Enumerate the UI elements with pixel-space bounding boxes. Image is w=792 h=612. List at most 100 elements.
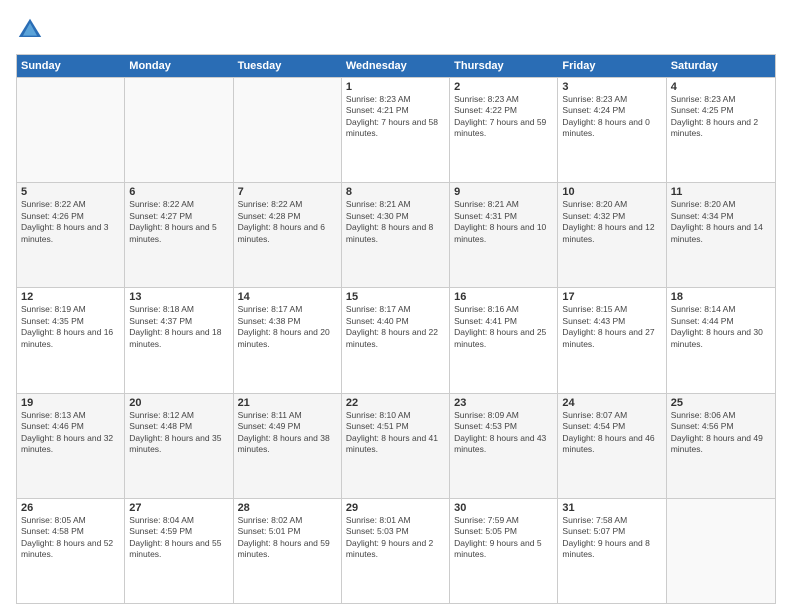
- calendar-row: 12Sunrise: 8:19 AMSunset: 4:35 PMDayligh…: [17, 287, 775, 392]
- header: [16, 16, 776, 44]
- calendar-cell: 22Sunrise: 8:10 AMSunset: 4:51 PMDayligh…: [342, 394, 450, 498]
- calendar-cell: 10Sunrise: 8:20 AMSunset: 4:32 PMDayligh…: [558, 183, 666, 287]
- cell-info: Sunrise: 8:22 AMSunset: 4:26 PMDaylight:…: [21, 199, 120, 245]
- day-number: 26: [21, 502, 120, 514]
- calendar-row: 1Sunrise: 8:23 AMSunset: 4:21 PMDaylight…: [17, 77, 775, 182]
- cell-info: Sunrise: 8:18 AMSunset: 4:37 PMDaylight:…: [129, 304, 228, 350]
- calendar-row: 5Sunrise: 8:22 AMSunset: 4:26 PMDaylight…: [17, 182, 775, 287]
- cell-info: Sunrise: 8:23 AMSunset: 4:22 PMDaylight:…: [454, 94, 553, 140]
- day-number: 11: [671, 186, 771, 198]
- cell-info: Sunrise: 8:23 AMSunset: 4:25 PMDaylight:…: [671, 94, 771, 140]
- day-number: 7: [238, 186, 337, 198]
- calendar-cell: 26Sunrise: 8:05 AMSunset: 4:58 PMDayligh…: [17, 499, 125, 603]
- cell-info: Sunrise: 8:04 AMSunset: 4:59 PMDaylight:…: [129, 515, 228, 561]
- day-number: 5: [21, 186, 120, 198]
- cell-info: Sunrise: 8:05 AMSunset: 4:58 PMDaylight:…: [21, 515, 120, 561]
- calendar-cell: 24Sunrise: 8:07 AMSunset: 4:54 PMDayligh…: [558, 394, 666, 498]
- header-day: Sunday: [17, 55, 125, 77]
- page: SundayMondayTuesdayWednesdayThursdayFrid…: [0, 0, 792, 612]
- calendar-cell: 13Sunrise: 8:18 AMSunset: 4:37 PMDayligh…: [125, 288, 233, 392]
- day-number: 27: [129, 502, 228, 514]
- day-number: 8: [346, 186, 445, 198]
- cell-info: Sunrise: 8:09 AMSunset: 4:53 PMDaylight:…: [454, 410, 553, 456]
- calendar-cell: 20Sunrise: 8:12 AMSunset: 4:48 PMDayligh…: [125, 394, 233, 498]
- calendar-cell: [17, 78, 125, 182]
- cell-info: Sunrise: 8:17 AMSunset: 4:38 PMDaylight:…: [238, 304, 337, 350]
- day-number: 18: [671, 291, 771, 303]
- calendar-cell: 3Sunrise: 8:23 AMSunset: 4:24 PMDaylight…: [558, 78, 666, 182]
- day-number: 14: [238, 291, 337, 303]
- cell-info: Sunrise: 8:15 AMSunset: 4:43 PMDaylight:…: [562, 304, 661, 350]
- calendar-cell: 1Sunrise: 8:23 AMSunset: 4:21 PMDaylight…: [342, 78, 450, 182]
- cell-info: Sunrise: 8:13 AMSunset: 4:46 PMDaylight:…: [21, 410, 120, 456]
- calendar-cell: 23Sunrise: 8:09 AMSunset: 4:53 PMDayligh…: [450, 394, 558, 498]
- calendar-cell: 17Sunrise: 8:15 AMSunset: 4:43 PMDayligh…: [558, 288, 666, 392]
- cell-info: Sunrise: 8:22 AMSunset: 4:27 PMDaylight:…: [129, 199, 228, 245]
- day-number: 12: [21, 291, 120, 303]
- calendar-cell: 18Sunrise: 8:14 AMSunset: 4:44 PMDayligh…: [667, 288, 775, 392]
- day-number: 1: [346, 81, 445, 93]
- cell-info: Sunrise: 8:06 AMSunset: 4:56 PMDaylight:…: [671, 410, 771, 456]
- calendar-cell: 31Sunrise: 7:58 AMSunset: 5:07 PMDayligh…: [558, 499, 666, 603]
- cell-info: Sunrise: 8:20 AMSunset: 4:32 PMDaylight:…: [562, 199, 661, 245]
- day-number: 9: [454, 186, 553, 198]
- calendar-cell: 30Sunrise: 7:59 AMSunset: 5:05 PMDayligh…: [450, 499, 558, 603]
- calendar-header: SundayMondayTuesdayWednesdayThursdayFrid…: [17, 55, 775, 77]
- calendar-cell: 19Sunrise: 8:13 AMSunset: 4:46 PMDayligh…: [17, 394, 125, 498]
- calendar-cell: [667, 499, 775, 603]
- calendar-cell: [234, 78, 342, 182]
- day-number: 13: [129, 291, 228, 303]
- header-day: Wednesday: [342, 55, 450, 77]
- calendar-cell: 14Sunrise: 8:17 AMSunset: 4:38 PMDayligh…: [234, 288, 342, 392]
- day-number: 21: [238, 397, 337, 409]
- calendar-cell: 25Sunrise: 8:06 AMSunset: 4:56 PMDayligh…: [667, 394, 775, 498]
- calendar-cell: 21Sunrise: 8:11 AMSunset: 4:49 PMDayligh…: [234, 394, 342, 498]
- calendar-cell: 7Sunrise: 8:22 AMSunset: 4:28 PMDaylight…: [234, 183, 342, 287]
- calendar-cell: 15Sunrise: 8:17 AMSunset: 4:40 PMDayligh…: [342, 288, 450, 392]
- day-number: 17: [562, 291, 661, 303]
- cell-info: Sunrise: 8:07 AMSunset: 4:54 PMDaylight:…: [562, 410, 661, 456]
- calendar-cell: 9Sunrise: 8:21 AMSunset: 4:31 PMDaylight…: [450, 183, 558, 287]
- header-day: Thursday: [450, 55, 558, 77]
- day-number: 4: [671, 81, 771, 93]
- day-number: 30: [454, 502, 553, 514]
- cell-info: Sunrise: 8:21 AMSunset: 4:31 PMDaylight:…: [454, 199, 553, 245]
- header-day: Friday: [558, 55, 666, 77]
- cell-info: Sunrise: 8:19 AMSunset: 4:35 PMDaylight:…: [21, 304, 120, 350]
- cell-info: Sunrise: 8:23 AMSunset: 4:21 PMDaylight:…: [346, 94, 445, 140]
- calendar-cell: 27Sunrise: 8:04 AMSunset: 4:59 PMDayligh…: [125, 499, 233, 603]
- header-day: Saturday: [667, 55, 775, 77]
- calendar-row: 19Sunrise: 8:13 AMSunset: 4:46 PMDayligh…: [17, 393, 775, 498]
- calendar-cell: [125, 78, 233, 182]
- cell-info: Sunrise: 8:21 AMSunset: 4:30 PMDaylight:…: [346, 199, 445, 245]
- calendar-row: 26Sunrise: 8:05 AMSunset: 4:58 PMDayligh…: [17, 498, 775, 603]
- logo-icon: [16, 16, 44, 44]
- cell-info: Sunrise: 8:02 AMSunset: 5:01 PMDaylight:…: [238, 515, 337, 561]
- day-number: 28: [238, 502, 337, 514]
- logo: [16, 16, 48, 44]
- day-number: 15: [346, 291, 445, 303]
- calendar-cell: 4Sunrise: 8:23 AMSunset: 4:25 PMDaylight…: [667, 78, 775, 182]
- day-number: 2: [454, 81, 553, 93]
- cell-info: Sunrise: 8:01 AMSunset: 5:03 PMDaylight:…: [346, 515, 445, 561]
- calendar: SundayMondayTuesdayWednesdayThursdayFrid…: [16, 54, 776, 604]
- day-number: 10: [562, 186, 661, 198]
- day-number: 3: [562, 81, 661, 93]
- calendar-body: 1Sunrise: 8:23 AMSunset: 4:21 PMDaylight…: [17, 77, 775, 603]
- cell-info: Sunrise: 8:14 AMSunset: 4:44 PMDaylight:…: [671, 304, 771, 350]
- cell-info: Sunrise: 8:17 AMSunset: 4:40 PMDaylight:…: [346, 304, 445, 350]
- header-day: Monday: [125, 55, 233, 77]
- cell-info: Sunrise: 8:10 AMSunset: 4:51 PMDaylight:…: [346, 410, 445, 456]
- cell-info: Sunrise: 7:59 AMSunset: 5:05 PMDaylight:…: [454, 515, 553, 561]
- calendar-cell: 16Sunrise: 8:16 AMSunset: 4:41 PMDayligh…: [450, 288, 558, 392]
- day-number: 20: [129, 397, 228, 409]
- cell-info: Sunrise: 8:11 AMSunset: 4:49 PMDaylight:…: [238, 410, 337, 456]
- calendar-cell: 6Sunrise: 8:22 AMSunset: 4:27 PMDaylight…: [125, 183, 233, 287]
- header-day: Tuesday: [234, 55, 342, 77]
- cell-info: Sunrise: 7:58 AMSunset: 5:07 PMDaylight:…: [562, 515, 661, 561]
- calendar-cell: 12Sunrise: 8:19 AMSunset: 4:35 PMDayligh…: [17, 288, 125, 392]
- cell-info: Sunrise: 8:23 AMSunset: 4:24 PMDaylight:…: [562, 94, 661, 140]
- day-number: 19: [21, 397, 120, 409]
- day-number: 23: [454, 397, 553, 409]
- cell-info: Sunrise: 8:20 AMSunset: 4:34 PMDaylight:…: [671, 199, 771, 245]
